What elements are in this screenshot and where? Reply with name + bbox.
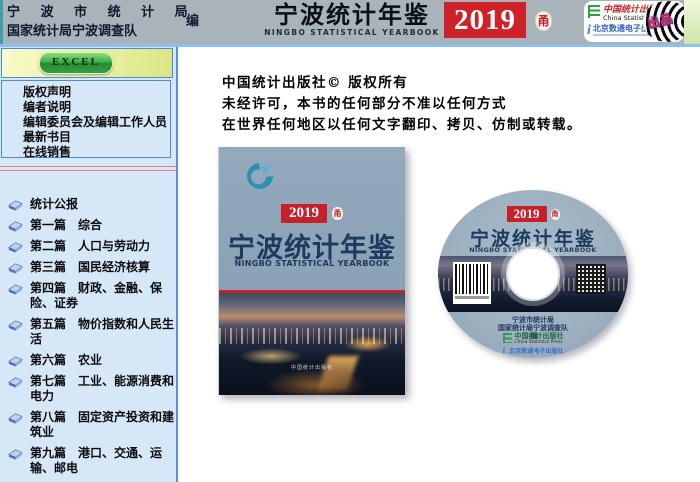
swirl-logo-icon <box>244 160 276 192</box>
book-cover-image: 2019 甬 宁波统计年鉴 NINGBO STATISTICAL YEARBOO… <box>218 147 405 395</box>
cd-year-row: 2019 甬 <box>438 206 628 222</box>
chapter-item-5[interactable]: 第五篇 物价指数和人民生活 <box>7 317 176 347</box>
sidebar-links-box: 版权声明 编者说明 编辑委员会及编辑工作人员 最新书目 在线销售 <box>1 80 171 158</box>
year-badge: 2019 <box>444 2 526 38</box>
chapter-list: 统计公报 第一篇 综合 第二篇 人口与劳动力 第三篇 国民经济核算 第四篇 财政… <box>0 197 176 482</box>
book-press-mark: 中国统计出版社 <box>219 364 405 371</box>
cd-press2-logo: i 北京数通电子出版社 <box>438 346 628 355</box>
yearbook-title: 宁波统计年鉴 <box>264 2 440 28</box>
info-press-icon: i <box>587 24 591 38</box>
chapter-label: 第三篇 国民经济核算 <box>30 260 150 275</box>
book-icon <box>7 318 24 332</box>
barcode-number-line <box>455 296 489 299</box>
chapter-item-8[interactable]: 第八篇 固定资产投资和建筑业 <box>7 410 176 440</box>
book-year-badge: 2019 <box>281 204 327 223</box>
book-icon <box>7 447 24 461</box>
chapter-item-9[interactable]: 第九篇 港口、交通、运输、邮电 <box>7 446 176 476</box>
header-title-block: 宁波统计年鉴 NINGBO STATISTICAL YEARBOOK <box>264 2 440 37</box>
publisher-logo-box: 中国统计出版社 China Statistics Press i 北京数通电子出… <box>584 1 684 42</box>
excel-panel: EXCEL <box>1 48 173 78</box>
yong-seal-icon: 甬 <box>535 11 552 31</box>
sidebar-link-copyright[interactable]: 版权声明 <box>23 85 170 100</box>
book-year-row: 2019 甬 <box>219 204 405 223</box>
agency-line2: 国家统计局宁波调查队 <box>7 22 196 41</box>
chapter-label: 第二篇 人口与劳动力 <box>30 239 150 254</box>
sidebar: EXCEL 版权声明 编者说明 编辑委员会及编辑工作人员 最新书目 在线销售 统… <box>0 47 178 482</box>
copyright-line1: 中国统计出版社© 版权所有 <box>222 73 582 94</box>
copyright-line3: 在世界任何地区以任何文字翻印、拷贝、仿制或转载。 <box>222 115 582 136</box>
book-icon <box>7 282 24 296</box>
book-icon <box>7 219 24 233</box>
chapter-label: 第四篇 财政、金融、保险、证券 <box>30 281 176 311</box>
chapter-item-7[interactable]: 第七篇 工业、能源消费和电力 <box>7 374 176 404</box>
chapter-label: 统计公报 <box>30 197 78 212</box>
yearbook-app-window: 宁 波 市 统 计 局 国家统计局宁波调查队 编 宁波统计年鉴 NINGBO S… <box>0 0 700 482</box>
sidebar-link-editor-notes[interactable]: 编者说明 <box>23 100 170 115</box>
chapter-label: 第九篇 港口、交通、运输、邮电 <box>30 446 176 476</box>
cd-agency-line2: 国家统计局宁波调查队 <box>438 324 628 332</box>
river-light-trail <box>318 356 359 391</box>
header-right-strip <box>684 0 700 44</box>
barcode-bars <box>455 264 489 294</box>
cd-press2-cn: 北京数通电子出版社 <box>509 348 563 355</box>
cd-center-hole <box>506 247 560 301</box>
sidebar-link-new-books[interactable]: 最新书目 <box>23 130 170 145</box>
excel-button[interactable]: EXCEL <box>39 52 113 74</box>
book-title-en: NINGBO STATISTICAL YEARBOOK <box>219 259 405 268</box>
book-icon <box>7 354 24 368</box>
cd-yong-seal-icon: 甬 <box>551 209 560 220</box>
book-icon <box>7 411 24 425</box>
qr-code <box>576 264 606 294</box>
editor-label: 编 <box>186 10 199 29</box>
statistics-press-icon <box>503 333 512 343</box>
chapter-item-4[interactable]: 第四篇 财政、金融、保险、证券 <box>7 281 176 311</box>
main-content: 中国统计出版社© 版权所有 未经许可，本书的任何部分不准以任何方式 在世界任何地… <box>180 47 700 482</box>
chapter-item-3[interactable]: 第三篇 国民经济核算 <box>7 260 176 275</box>
book-yong-seal-icon: 甬 <box>332 207 343 220</box>
chapter-label: 第七篇 工业、能源消费和电力 <box>30 374 176 404</box>
book-icon <box>7 198 24 212</box>
chapter-label: 第一篇 综合 <box>30 218 102 233</box>
book-icon <box>7 240 24 254</box>
sidebar-separator <box>0 166 176 171</box>
barcode <box>453 262 491 304</box>
cd-press1-logo: 中国统计出版社 China Statistics Press <box>438 333 628 346</box>
chapter-item-1[interactable]: 第一篇 综合 <box>7 218 176 233</box>
info-press-icon: i <box>503 345 508 355</box>
header-left-accent <box>0 0 3 44</box>
agency-names: 宁 波 市 统 计 局 国家统计局宁波调查队 <box>7 3 196 41</box>
header-bar: 宁 波 市 统 计 局 国家统计局宁波调查队 编 宁波统计年鉴 NINGBO S… <box>0 0 700 47</box>
sidebar-link-online-sales[interactable]: 在线销售 <box>23 145 170 160</box>
chapter-item-bulletin[interactable]: 统计公报 <box>7 197 176 212</box>
skyline-lights <box>219 328 405 344</box>
cd-disc-image: 2019 甬 宁波统计年鉴 NINGBO STATISTICAL YEARBOO… <box>438 190 628 358</box>
copyright-notice: 中国统计出版社© 版权所有 未经许可，本书的任何部分不准以任何方式 在世界任何地… <box>222 73 582 136</box>
sidebar-link-editorial-board[interactable]: 编辑委员会及编辑工作人员 <box>23 115 170 130</box>
chapter-item-6[interactable]: 第六篇 农业 <box>7 353 176 368</box>
copyright-line2: 未经许可，本书的任何部分不准以任何方式 <box>222 94 582 115</box>
chapter-label: 第八篇 固定资产投资和建筑业 <box>30 410 176 440</box>
book-city-night-photo: 中国统计出版社 <box>219 293 405 395</box>
yearbook-title-en: NINGBO STATISTICAL YEARBOOK <box>264 28 440 37</box>
book-icon <box>7 375 24 389</box>
chapter-item-2[interactable]: 第二篇 人口与劳动力 <box>7 239 176 254</box>
cd-year-badge: 2019 <box>507 206 547 222</box>
chapter-label: 第六篇 农业 <box>30 353 102 368</box>
agency-line1: 宁 波 市 统 计 局 <box>7 3 196 22</box>
statistics-press-icon <box>588 5 600 18</box>
book-icon <box>7 261 24 275</box>
cd-agency-line1: 宁波市统计局 <box>438 316 628 324</box>
chapter-label: 第五篇 物价指数和人民生活 <box>30 317 176 347</box>
cd-press1-cn: 中国统计出版社 <box>515 333 564 340</box>
